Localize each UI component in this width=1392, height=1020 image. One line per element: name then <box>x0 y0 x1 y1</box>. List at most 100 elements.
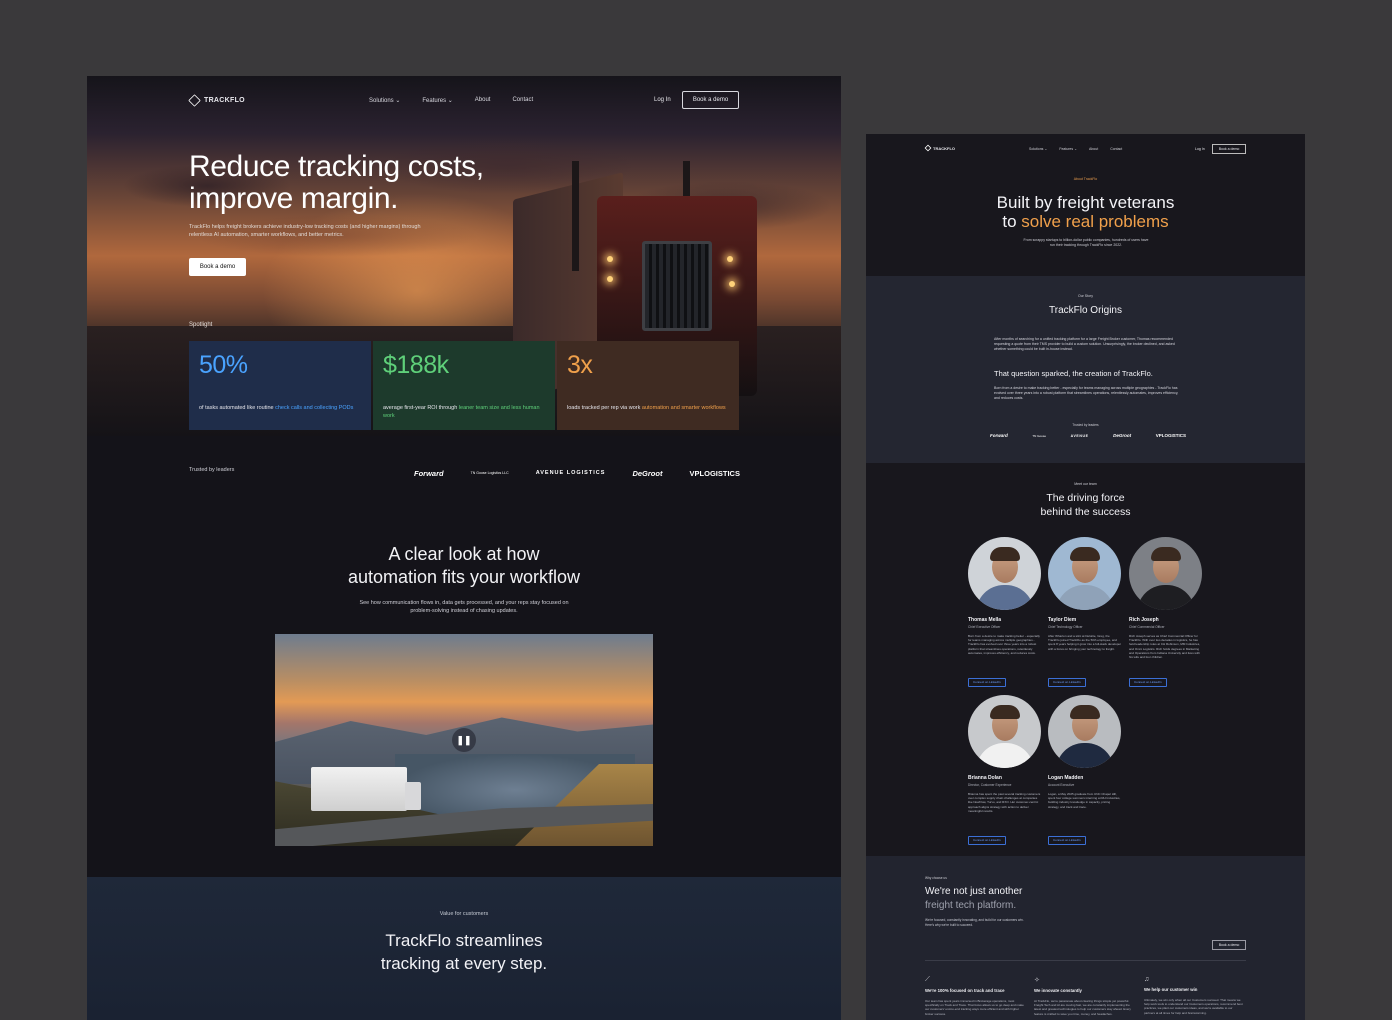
member-name: Taylor Diem <box>1048 617 1077 623</box>
stat-description: loads tracked per rep via work automatio… <box>567 405 726 411</box>
story-paragraph: Born from a desire to make tracking bett… <box>994 386 1179 400</box>
member-bio: Rich Joseph serves as Chief Commercial O… <box>1129 634 1201 660</box>
feature-item: ✧ We innovate constantly At TrackFlo, we… <box>1034 976 1134 1016</box>
stat-card: 3x loads tracked per rep via work automa… <box>557 341 739 430</box>
value-section: Value for customers TrackFlo streamlines… <box>87 877 841 1020</box>
partner-logo-degroot: DeGroot <box>1113 433 1132 438</box>
trusted-label: Trusted by leaders <box>189 467 235 473</box>
avatar <box>1048 695 1121 768</box>
brand-logo[interactable]: TRACKFLO <box>188 94 245 107</box>
why-section: Why choose us We're not just another fre… <box>866 856 1305 1020</box>
feature-body: At TrackFlo, we're passionate about clea… <box>1034 999 1131 1016</box>
feature-title: We help our customer win <box>1144 987 1198 992</box>
about-kicker: About TrackFlo <box>1073 177 1098 181</box>
avatar <box>1129 537 1202 610</box>
team-member-card: Rich Joseph Chief Commercial Officer Ric… <box>1129 537 1203 688</box>
why-book-demo-button[interactable]: Book a demo <box>1212 940 1246 950</box>
pause-icon[interactable]: ❚❚ <box>452 728 476 752</box>
stat-card: 50% of tasks automated like routine chec… <box>189 341 371 430</box>
nav-features[interactable]: Features ⌄ <box>1059 147 1077 151</box>
member-role: Account Executive <box>1048 783 1075 787</box>
partner-logo-avenue: AVENUE LOGISTICS <box>535 470 606 476</box>
cube-icon <box>188 94 201 107</box>
why-kicker: Why choose us <box>925 876 947 880</box>
story-quote: That question sparked, the creation of T… <box>994 369 1153 378</box>
sparkle-icon: ✧ <box>1034 977 1040 984</box>
partner-logo-avenue: AVENUE <box>1070 433 1089 438</box>
feature-body: Our team has spent years immersed in Bro… <box>925 999 1024 1016</box>
team-member-card: Taylor Diem Chief Technology Officer Aft… <box>1048 537 1122 688</box>
linkedin-button[interactable]: Connect on LinkedIn <box>968 677 1006 687</box>
stat-description: average first-year ROI through leaner te… <box>383 405 540 419</box>
feature-title: We're 100% focused on track and trace <box>925 988 1005 993</box>
linkedin-button[interactable]: Connect on LinkedIn <box>1048 677 1086 687</box>
login-link[interactable]: Log In <box>1195 147 1205 151</box>
feature-item: ⟋ We're 100% focused on track and trace … <box>925 976 1025 1016</box>
login-link[interactable]: Log In <box>654 97 671 103</box>
nav-book-demo-button[interactable]: Book a demo <box>682 91 739 109</box>
top-nav: TRACKFLO Solutions ⌄ Features ⌄ About Co… <box>87 76 841 126</box>
nav-links: Solutions ⌄ Features ⌄ About Contact <box>369 97 533 104</box>
nav-about[interactable]: About <box>1089 147 1098 151</box>
truck-grille-image <box>642 241 712 331</box>
partner-logo-tn-goose: TN Goose Logistics LLC <box>470 471 509 475</box>
nav-contact[interactable]: Contact <box>512 97 533 104</box>
nav-book-demo-button[interactable]: Book a demo <box>1212 144 1246 154</box>
team-kicker: Meet our team <box>1074 482 1097 486</box>
partner-logo-forward: Forward <box>990 433 1008 438</box>
partner-logo-degroot: DeGroot <box>632 468 663 478</box>
truck-headlight <box>607 256 613 262</box>
team-member-card: Thomas Mella Chief Executive Officer Bor… <box>968 537 1042 688</box>
member-name: Thomas Mella <box>968 617 1002 623</box>
truck-headlight <box>729 281 735 287</box>
member-role: Chief Commercial Officer <box>1129 625 1165 629</box>
member-bio: Born from a desire to make tracking bett… <box>968 634 1040 655</box>
story-section: Our Story TrackFlo Origins After months … <box>866 276 1305 463</box>
avatar <box>968 537 1041 610</box>
partner-logo-forward: Forward <box>414 468 444 478</box>
stat-card: $188k average first-year ROI through lea… <box>373 341 555 430</box>
feature-item: ♫ We help our customer win Ultimately, w… <box>1144 976 1244 1015</box>
partner-logo-vplogistics: VPLOGISTICS <box>689 468 740 478</box>
nav-solutions[interactable]: Solutions ⌄ <box>369 97 400 104</box>
truck-exhaust-image <box>572 161 579 271</box>
feature-body: Ultimately, we win only when all our Cus… <box>1144 998 1243 1015</box>
member-bio: Logan, a May 2025 graduate from UNC Chap… <box>1048 792 1121 809</box>
brand-logo[interactable]: TRACKFLO <box>924 144 955 152</box>
stat-value: 50% <box>199 351 248 379</box>
hero-subtitle: TrackFlo helps freight brokers achieve i… <box>189 224 421 238</box>
member-name: Logan Madden <box>1048 775 1084 781</box>
avatar <box>968 695 1041 768</box>
brand-name: TRACKFLO <box>204 97 245 104</box>
partner-logo-vplogistics: VPLOGISTICS <box>1155 433 1186 438</box>
nav-contact[interactable]: Contact <box>1110 147 1122 151</box>
chart-icon: ⟋ <box>925 976 930 983</box>
member-role: Director, Customer Experience <box>968 783 1012 787</box>
team-member-card: Logan Madden Account Executive Logan, a … <box>1048 695 1122 846</box>
linkedin-button[interactable]: Connect on LinkedIn <box>1048 835 1086 845</box>
stat-description: of tasks automated like routine check ca… <box>199 405 354 411</box>
member-name: Brianna Dolan <box>968 775 1002 781</box>
stat-value: 3x <box>567 351 593 379</box>
stat-value: $188k <box>383 351 449 379</box>
workflow-video[interactable]: ❚❚ <box>275 634 653 846</box>
value-kicker: Value for customers <box>439 911 489 917</box>
nav-solutions[interactable]: Solutions ⌄ <box>1029 147 1047 151</box>
homepage-frame: TRACKFLO Solutions ⌄ Features ⌄ About Co… <box>87 76 841 1020</box>
hero-title: Reduce tracking costs, improve margin. <box>189 150 484 215</box>
story-title: TrackFlo Origins <box>1049 305 1122 316</box>
about-title: Built by freight veterans to solve real … <box>996 193 1175 231</box>
partner-logos: Forward TN Goose AVENUE DeGroot VPLOGIST… <box>990 433 1186 438</box>
top-nav: TRACKFLO Solutions ⌄ Features ⌄ About Co… <box>866 134 1305 164</box>
nav-features[interactable]: Features ⌄ <box>422 97 452 104</box>
hero-book-demo-button[interactable]: Book a demo <box>189 258 246 276</box>
linkedin-button[interactable]: Connect on LinkedIn <box>968 835 1006 845</box>
member-role: Chief Technology Officer <box>1048 625 1083 629</box>
nav-links: Solutions ⌄ Features ⌄ About Contact <box>1029 147 1122 151</box>
brand-name: TRACKFLO <box>933 145 955 151</box>
linkedin-button[interactable]: Connect on LinkedIn <box>1129 677 1167 687</box>
value-title: TrackFlo streamlines tracking at every s… <box>380 931 548 973</box>
cube-icon <box>924 144 932 152</box>
workflow-subtitle: See how communication flows in, data get… <box>359 600 569 614</box>
nav-about[interactable]: About <box>475 97 491 104</box>
